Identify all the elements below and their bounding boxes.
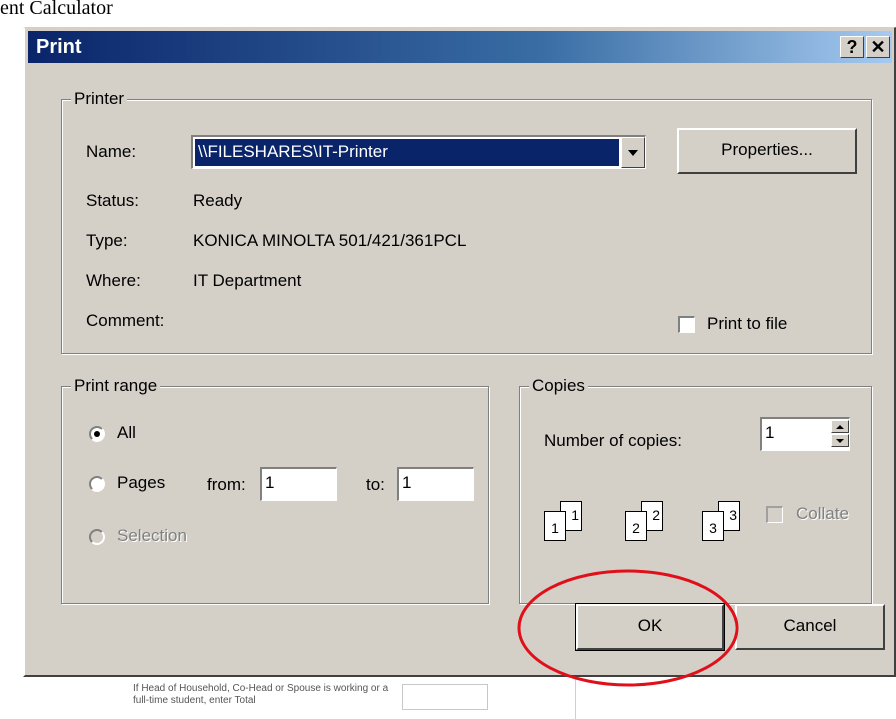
- highlight-ellipse: [517, 569, 739, 687]
- highlight-annotation: [517, 569, 739, 687]
